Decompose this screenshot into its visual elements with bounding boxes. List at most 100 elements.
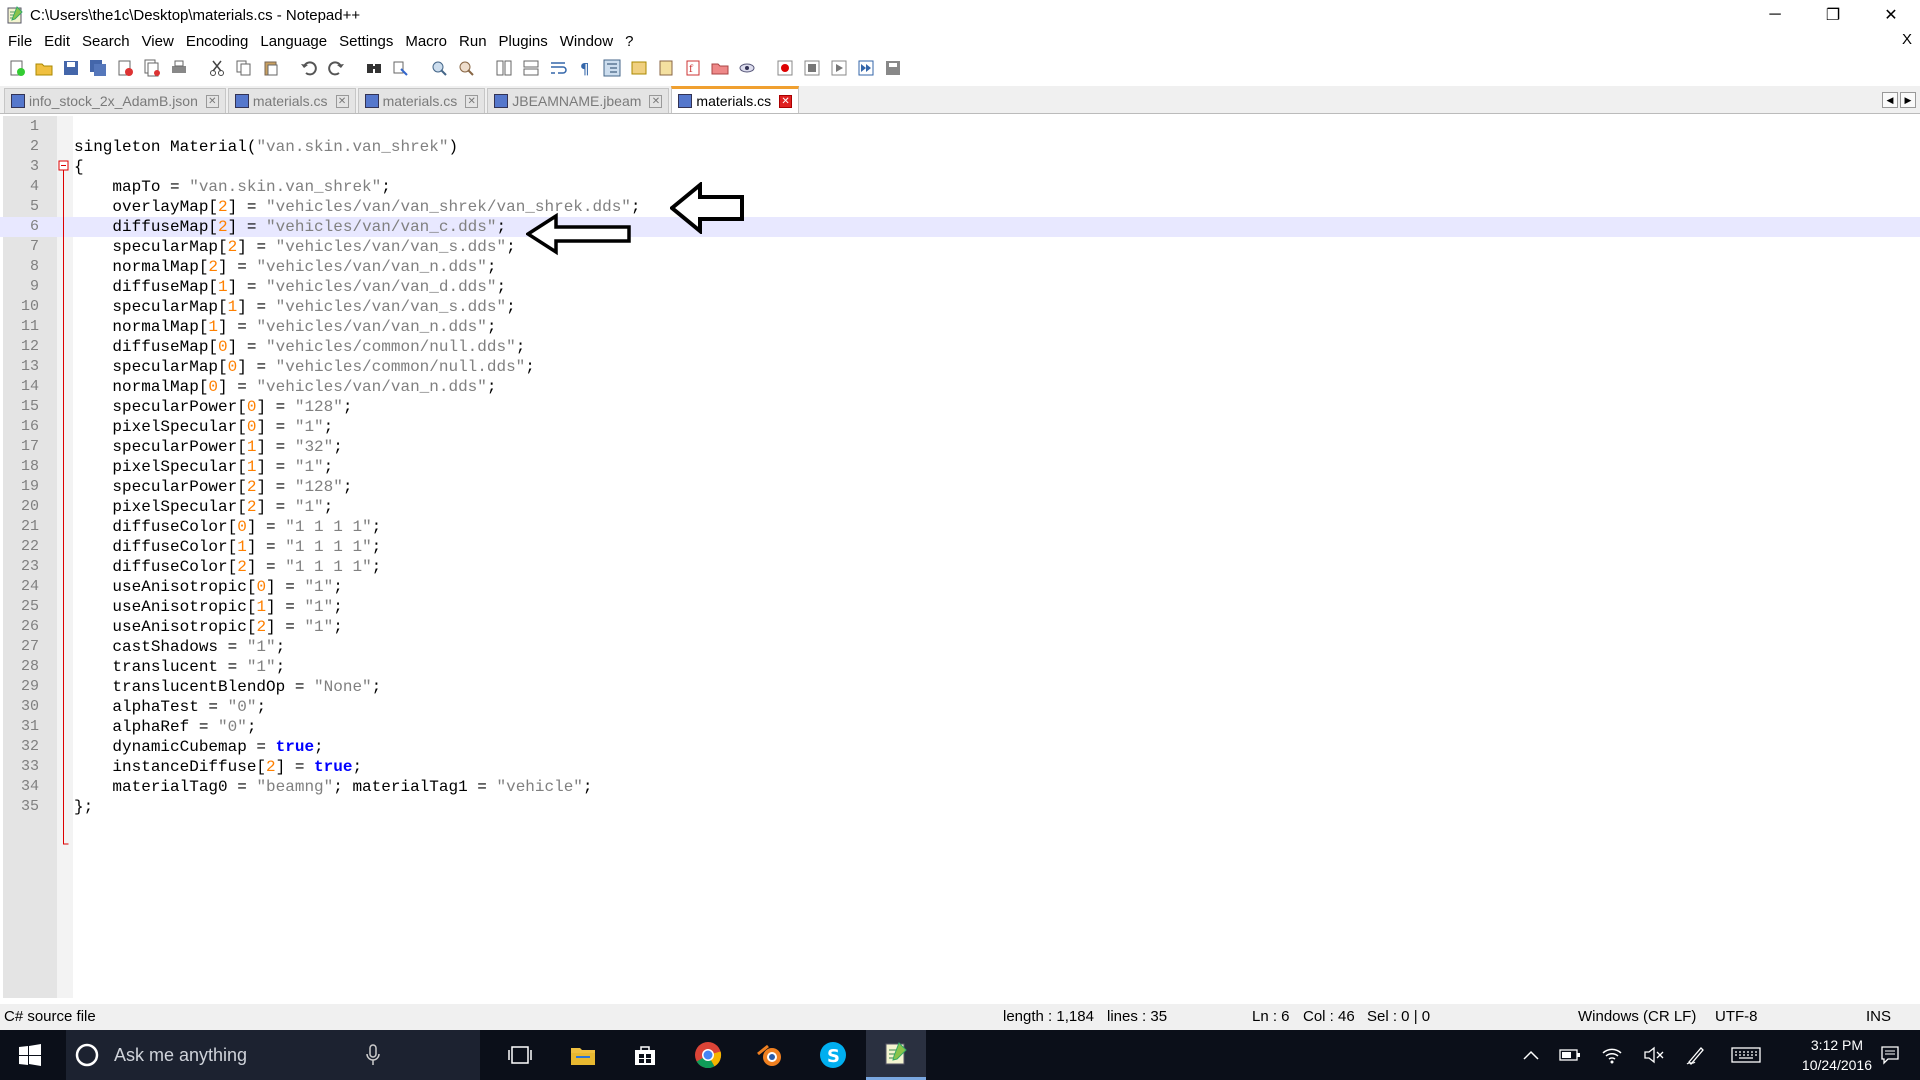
word-wrap-icon[interactable]: [547, 57, 569, 79]
touch-keyboard-icon[interactable]: [1726, 1030, 1766, 1080]
menu-view[interactable]: View: [136, 33, 180, 50]
tab-scroll-left-icon[interactable]: ◀: [1882, 92, 1898, 108]
code-line[interactable]: 20 pixelSpecular[2] = "1";: [0, 497, 1920, 517]
chrome-icon[interactable]: [688, 1030, 728, 1080]
menu-file[interactable]: File: [0, 33, 38, 50]
run-macro-multiple-icon[interactable]: [855, 57, 877, 79]
code-line[interactable]: 6 diffuseMap[2] = "vehicles/van/van_c.dd…: [0, 217, 1920, 237]
code-line[interactable]: 35};: [0, 797, 1920, 817]
tab-jbeamname[interactable]: JBEAMNAME.jbeam ✕: [487, 88, 670, 113]
zoom-in-icon[interactable]: [428, 57, 450, 79]
close-tab-icon[interactable]: ✕: [779, 94, 793, 108]
code-line[interactable]: 2 singleton Material("van.skin.van_shrek"…: [0, 137, 1920, 157]
save-icon[interactable]: [60, 57, 82, 79]
cut-icon[interactable]: [206, 57, 228, 79]
code-line[interactable]: 30 alphaTest = "0";: [0, 697, 1920, 717]
define-language-icon[interactable]: [628, 57, 650, 79]
code-line[interactable]: 3{: [0, 157, 1920, 177]
indent-guide-icon[interactable]: [601, 57, 623, 79]
code-line[interactable]: 11 normalMap[1] = "vehicles/van/van_n.dd…: [0, 317, 1920, 337]
skype-icon[interactable]: S: [813, 1030, 853, 1080]
code-line[interactable]: 7 specularMap[2] = "vehicles/van/van_s.d…: [0, 237, 1920, 257]
code-line[interactable]: 27 castShadows = "1";: [0, 637, 1920, 657]
show-all-chars-icon[interactable]: ¶: [574, 57, 596, 79]
menu-settings[interactable]: Settings: [333, 33, 399, 50]
print-icon[interactable]: [168, 57, 190, 79]
open-file-icon[interactable]: [33, 57, 55, 79]
code-line[interactable]: 19 specularPower[2] = "128";: [0, 477, 1920, 497]
close-tab-icon[interactable]: ✕: [205, 94, 219, 108]
function-list-icon[interactable]: f: [682, 57, 704, 79]
code-line[interactable]: 14 normalMap[0] = "vehicles/van/van_n.dd…: [0, 377, 1920, 397]
menu-plugins[interactable]: Plugins: [493, 33, 554, 50]
tab-materials-cs-2[interactable]: materials.cs ✕: [357, 88, 486, 113]
code-line[interactable]: 4 mapTo = "van.skin.van_shrek";: [0, 177, 1920, 197]
code-line[interactable]: 33 instanceDiffuse[2] = true;: [0, 757, 1920, 777]
tab-materials-cs-1[interactable]: materials.cs ✕: [227, 88, 356, 113]
code-line[interactable]: 8 normalMap[2] = "vehicles/van/van_n.dds…: [0, 257, 1920, 277]
new-file-icon[interactable]: [6, 57, 28, 79]
zoom-out-icon[interactable]: [455, 57, 477, 79]
start-button[interactable]: [0, 1030, 60, 1080]
code-line[interactable]: 32 dynamicCubemap = true;: [0, 737, 1920, 757]
code-line[interactable]: 9 diffuseMap[1] = "vehicles/van/van_d.dd…: [0, 277, 1920, 297]
close-document-button[interactable]: X: [1902, 31, 1912, 48]
code-line[interactable]: 10 specularMap[1] = "vehicles/van/van_s.…: [0, 297, 1920, 317]
close-file-icon[interactable]: [114, 57, 136, 79]
fold-marker-icon[interactable]: [58, 160, 72, 860]
code-line[interactable]: 25 useAnisotropic[1] = "1";: [0, 597, 1920, 617]
code-line[interactable]: 24 useAnisotropic[0] = "1";: [0, 577, 1920, 597]
code-line[interactable]: 5 overlayMap[2] = "vehicles/van/van_shre…: [0, 197, 1920, 217]
code-editor[interactable]: 1 2 singleton Material("van.skin.van_shrek…: [0, 116, 1920, 998]
close-all-icon[interactable]: [141, 57, 163, 79]
code-line[interactable]: 34 materialTag0 = "beamng"; materialTag1…: [0, 777, 1920, 797]
close-window-button[interactable]: ✕: [1862, 0, 1920, 30]
notepadpp-taskbar-button[interactable]: [866, 1030, 926, 1080]
code-line[interactable]: 22 diffuseColor[1] = "1 1 1 1";: [0, 537, 1920, 557]
close-tab-icon[interactable]: ✕: [335, 94, 349, 108]
menu-macro[interactable]: Macro: [399, 33, 453, 50]
close-tab-icon[interactable]: ✕: [465, 94, 479, 108]
stop-macro-icon[interactable]: [801, 57, 823, 79]
code-line[interactable]: 26 useAnisotropic[2] = "1";: [0, 617, 1920, 637]
save-all-icon[interactable]: [87, 57, 109, 79]
code-line[interactable]: 17 specularPower[1] = "32";: [0, 437, 1920, 457]
code-line[interactable]: 31 alphaRef = "0";: [0, 717, 1920, 737]
microphone-icon[interactable]: [366, 1044, 380, 1066]
eol-format[interactable]: Windows (CR LF): [1578, 1008, 1696, 1025]
code-line[interactable]: 21 diffuseColor[0] = "1 1 1 1";: [0, 517, 1920, 537]
doc-map-icon[interactable]: [655, 57, 677, 79]
monitoring-icon[interactable]: [736, 57, 758, 79]
paste-icon[interactable]: [260, 57, 282, 79]
encoding[interactable]: UTF-8: [1715, 1008, 1758, 1025]
menu-help[interactable]: ?: [619, 33, 639, 50]
task-view-icon[interactable]: [500, 1030, 540, 1080]
code-line[interactable]: 29 translucentBlendOp = "None";: [0, 677, 1920, 697]
store-icon[interactable]: [625, 1030, 665, 1080]
pen-workspace-icon[interactable]: [1682, 1030, 1710, 1080]
code-line[interactable]: 12 diffuseMap[0] = "vehicles/common/null…: [0, 337, 1920, 357]
find-icon[interactable]: [363, 57, 385, 79]
battery-icon[interactable]: [1556, 1030, 1584, 1080]
chevron-up-icon[interactable]: [1518, 1030, 1544, 1080]
code-line[interactable]: 28 translucent = "1";: [0, 657, 1920, 677]
menu-edit[interactable]: Edit: [38, 33, 76, 50]
blender-icon[interactable]: [750, 1030, 790, 1080]
menu-encoding[interactable]: Encoding: [180, 33, 255, 50]
system-clock[interactable]: 3:12 PM 10/24/2016: [1802, 1035, 1872, 1075]
menu-window[interactable]: Window: [554, 33, 619, 50]
undo-icon[interactable]: [298, 57, 320, 79]
action-center-icon[interactable]: [1870, 1030, 1910, 1080]
menu-run[interactable]: Run: [453, 33, 493, 50]
code-line[interactable]: 1: [0, 117, 1920, 137]
replace-icon[interactable]: [390, 57, 412, 79]
code-line[interactable]: 23 diffuseColor[2] = "1 1 1 1";: [0, 557, 1920, 577]
tab-info-stock-json[interactable]: info_stock_2x_AdamB.json ✕: [4, 88, 226, 113]
minimize-button[interactable]: ─: [1746, 0, 1804, 30]
record-macro-icon[interactable]: [774, 57, 796, 79]
menu-search[interactable]: Search: [76, 33, 136, 50]
code-line[interactable]: 15 specularPower[0] = "128";: [0, 397, 1920, 417]
save-macro-icon[interactable]: [882, 57, 904, 79]
copy-icon[interactable]: [233, 57, 255, 79]
sync-vertical-icon[interactable]: [493, 57, 515, 79]
